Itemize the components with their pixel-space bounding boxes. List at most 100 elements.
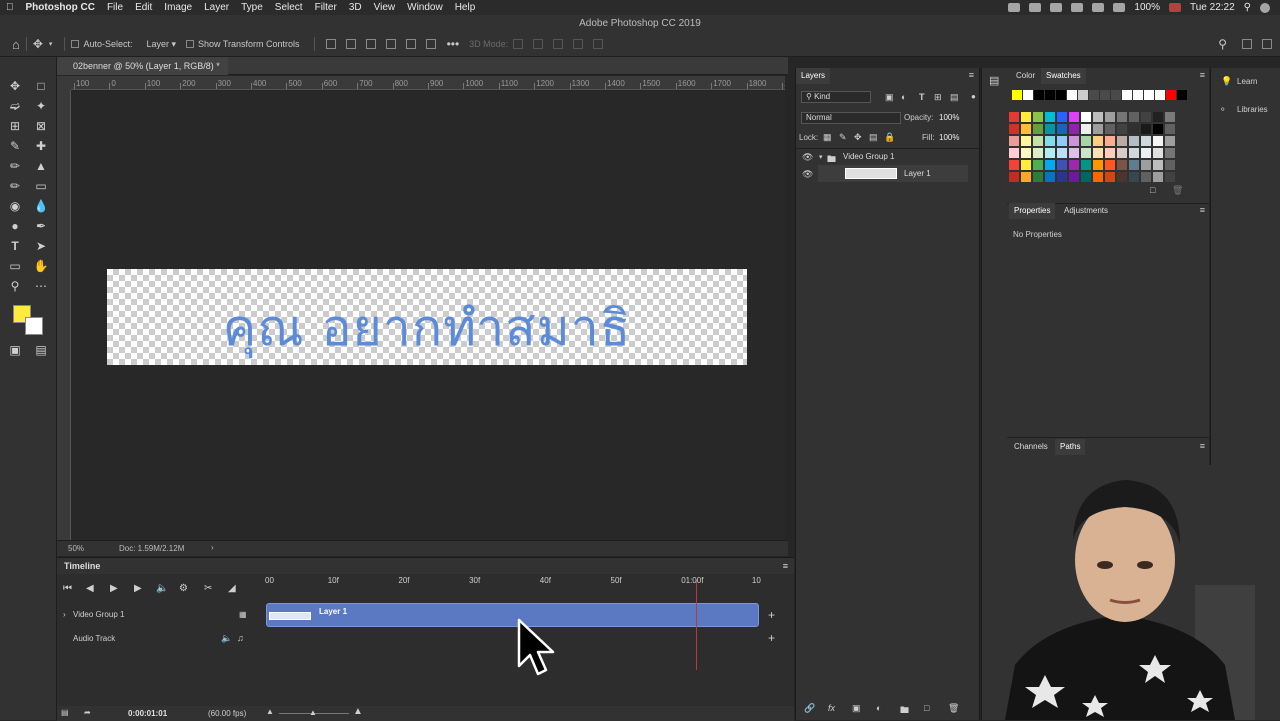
swatch[interactable] — [1166, 90, 1176, 100]
swatch[interactable] — [1069, 124, 1079, 134]
filter-type-icon[interactable]: T — [919, 92, 925, 102]
add-media-icon[interactable]: + — [768, 608, 775, 622]
move-tool-icon[interactable]: ✥ — [33, 37, 43, 51]
swatch[interactable] — [1021, 136, 1031, 146]
swatch[interactable] — [1105, 148, 1115, 158]
clock[interactable]: Tue 22:22 — [1190, 2, 1235, 13]
apple-icon[interactable]:  — [0, 2, 20, 13]
filter-smart-icon[interactable]: ▤ — [950, 92, 959, 103]
swatch[interactable] — [1129, 136, 1139, 146]
menu-select[interactable]: Select — [269, 2, 309, 13]
swatch[interactable] — [1069, 148, 1079, 158]
align-middle-icon[interactable] — [405, 39, 416, 49]
link-layers-icon[interactable]: 🔗 — [804, 703, 815, 714]
swatch[interactable] — [1033, 136, 1043, 146]
swatch[interactable] — [1081, 148, 1091, 158]
fx-icon[interactable]: fx — [828, 703, 835, 713]
hand-tool-icon[interactable]: ✋ — [33, 259, 49, 273]
swatch[interactable] — [1093, 112, 1103, 122]
filter-adjustment-icon[interactable]: ◐ — [901, 92, 906, 102]
workspace-icon[interactable] — [1242, 39, 1252, 49]
blend-mode-dropdown[interactable]: Normal — [801, 112, 901, 124]
3d-pan-icon[interactable] — [553, 39, 564, 49]
magic-wand-icon[interactable]: ✦ — [33, 99, 49, 113]
paint-bucket-icon[interactable]: ◉ — [7, 199, 23, 213]
3d-scale-icon[interactable] — [593, 39, 604, 49]
lightbulb-icon[interactable]: 💡 — [1221, 76, 1232, 87]
swatch[interactable] — [1141, 172, 1151, 182]
tab-properties[interactable]: Properties — [1009, 203, 1056, 219]
swatch[interactable] — [1093, 172, 1103, 182]
audio-track-label[interactable]: Audio Track — [73, 634, 115, 643]
swatch[interactable] — [1009, 148, 1019, 158]
align-top-icon[interactable] — [385, 39, 396, 49]
swatch[interactable] — [1009, 172, 1019, 182]
layers-tab[interactable]: Layers — [796, 68, 831, 84]
next-frame-icon[interactable]: ▶ — [134, 583, 142, 594]
frame-tool-icon[interactable]: ⊠ — [33, 119, 49, 133]
swatch[interactable] — [1117, 124, 1127, 134]
tab-channels[interactable]: Channels — [1009, 439, 1053, 455]
more-tools-icon[interactable]: ⋯ — [33, 279, 49, 293]
swatch[interactable] — [1105, 112, 1115, 122]
lock-transparent-icon[interactable]: ▦ — [823, 132, 832, 143]
user-icon[interactable] — [1260, 2, 1270, 13]
swatch[interactable] — [1009, 112, 1019, 122]
swatch[interactable] — [1009, 124, 1019, 134]
marquee-tool-icon[interactable]: □ — [33, 79, 49, 93]
time-mark[interactable]: 30f — [469, 576, 480, 585]
home-icon[interactable]: ⌂ — [12, 37, 20, 52]
add-audio-icon[interactable]: + — [768, 631, 775, 645]
swatch[interactable] — [1153, 112, 1163, 122]
swatch[interactable] — [1069, 136, 1079, 146]
swatch[interactable] — [1153, 148, 1163, 158]
swatch[interactable] — [1069, 160, 1079, 170]
add-mask-icon[interactable]: ▣ — [852, 703, 861, 714]
transition-icon[interactable]: ◢ — [228, 583, 236, 594]
align-center-icon[interactable] — [345, 39, 356, 49]
swatch[interactable] — [1153, 160, 1163, 170]
swatch[interactable] — [1105, 172, 1115, 182]
filter-shape-icon[interactable]: ⊞ — [934, 92, 942, 103]
swatch[interactable] — [1033, 112, 1043, 122]
swatch[interactable] — [1033, 172, 1043, 182]
canvas-text[interactable]: คุณ อยากทำสมาธิ — [107, 289, 747, 368]
expand-track-icon[interactable]: › — [63, 610, 66, 619]
convert-frame-icon[interactable]: ▤ — [61, 708, 69, 717]
swatch[interactable] — [1129, 124, 1139, 134]
new-swatch-icon[interactable]: □ — [1150, 185, 1155, 195]
swatch[interactable] — [1155, 90, 1165, 100]
quick-mask-icon[interactable]: ▣ — [7, 343, 23, 357]
swatch[interactable] — [1021, 124, 1031, 134]
pen-tool-icon[interactable]: ✒ — [33, 219, 49, 233]
settings-icon[interactable]: ⚙ — [179, 583, 188, 594]
visibility-eye-icon[interactable]: 👁 — [802, 169, 813, 180]
swatch[interactable] — [1141, 124, 1151, 134]
swatch[interactable] — [1057, 172, 1067, 182]
filter-pixel-icon[interactable]: ▣ — [885, 92, 894, 103]
swatch[interactable] — [1153, 136, 1163, 146]
swatch[interactable] — [1009, 136, 1019, 146]
swatch[interactable] — [1129, 112, 1139, 122]
artboard[interactable]: คุณ อยากทำสมาธิ — [107, 269, 747, 365]
swatch[interactable] — [1117, 112, 1127, 122]
move-tool-icon[interactable]: ✥ — [7, 79, 23, 93]
time-mark[interactable]: 20f — [398, 576, 409, 585]
flag-icon[interactable] — [1169, 3, 1181, 12]
libraries-label[interactable]: Libraries — [1237, 105, 1268, 114]
swatch[interactable] — [1129, 160, 1139, 170]
3d-roll-icon[interactable] — [533, 39, 544, 49]
lock-pixels-icon[interactable]: ✎ — [839, 132, 847, 143]
swatch[interactable] — [1057, 148, 1067, 158]
video-group-track-label[interactable]: Video Group 1 — [73, 610, 124, 619]
new-group-icon[interactable]: 🖿 — [900, 703, 909, 719]
menu-3d[interactable]: 3D — [343, 2, 368, 13]
swatch[interactable] — [1045, 160, 1055, 170]
previous-frame-icon[interactable]: ◀ — [86, 583, 94, 594]
swatch[interactable] — [1045, 172, 1055, 182]
swatch[interactable] — [1009, 160, 1019, 170]
swatch[interactable] — [1033, 124, 1043, 134]
swatch[interactable] — [1111, 90, 1121, 100]
swatch[interactable] — [1117, 148, 1127, 158]
zoom-level[interactable]: 50% — [68, 544, 84, 553]
